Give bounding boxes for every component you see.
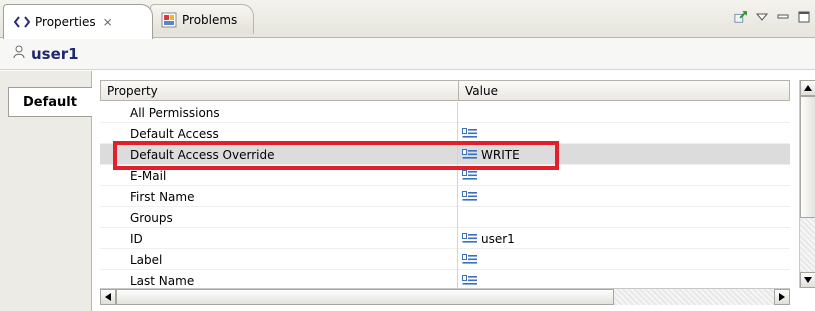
property-name-cell: Default Access	[100, 123, 458, 144]
tab-problems[interactable]: Problems	[150, 4, 254, 34]
property-name-cell: Groups	[100, 207, 458, 228]
property-name-cell: E-Mail	[100, 165, 458, 186]
scroll-up-button[interactable]	[800, 80, 815, 96]
column-header-property[interactable]: Property	[101, 81, 459, 100]
property-value-cell[interactable]: WRITE	[458, 144, 790, 165]
scroll-right-button[interactable]	[774, 289, 790, 305]
scroll-down-button[interactable]	[800, 272, 815, 288]
property-value-cell[interactable]	[458, 249, 790, 270]
text-value-icon	[461, 148, 479, 162]
table-row[interactable]: ID user1	[100, 228, 790, 249]
scroll-left-button[interactable]	[100, 289, 116, 305]
text-value-icon	[461, 190, 479, 204]
section-tabs: Default	[0, 71, 93, 311]
text-value-icon	[461, 127, 479, 141]
minimize-icon[interactable]	[776, 9, 790, 25]
table-row[interactable]: All Permissions	[100, 102, 790, 123]
property-value-cell[interactable]	[458, 123, 790, 144]
page-title: user1	[31, 44, 79, 63]
column-header-value[interactable]: Value	[459, 81, 789, 100]
text-value-icon	[461, 232, 479, 246]
view-toolbar	[734, 6, 811, 28]
property-name-cell: All Permissions	[100, 102, 458, 123]
maximize-icon[interactable]	[797, 9, 811, 25]
text-value-icon	[461, 274, 479, 288]
pin-editor-icon[interactable]	[734, 9, 748, 25]
property-value-cell[interactable]	[458, 207, 790, 228]
table-row[interactable]: Default Access Override WRITE	[100, 144, 790, 165]
tab-properties-label: Properties	[35, 15, 96, 29]
table-row[interactable]: Groups	[100, 207, 790, 228]
tab-default[interactable]: Default	[8, 87, 93, 117]
vertical-scrollbar[interactable]	[799, 80, 815, 288]
problems-icon	[161, 12, 177, 28]
tab-properties[interactable]: Properties ⨯	[3, 4, 153, 39]
table-body: All Permissions Default Access Default Acc…	[100, 102, 790, 291]
property-value-cell[interactable]: user1	[458, 228, 790, 249]
vertical-scroll-thumb[interactable]	[800, 96, 815, 218]
property-name-cell: Label	[100, 249, 458, 270]
horizontal-scroll-thumb[interactable]	[116, 289, 614, 305]
properties-title: user1	[0, 38, 815, 70]
property-name-cell: Default Access Override	[100, 144, 458, 165]
table-row[interactable]: E-Mail	[100, 165, 790, 186]
table-row[interactable]: Label	[100, 249, 790, 270]
property-name-cell: ID	[100, 228, 458, 249]
tab-problems-label: Problems	[182, 12, 238, 27]
horizontal-scrollbar[interactable]	[100, 288, 790, 305]
close-icon[interactable]: ⨯	[103, 15, 113, 29]
table-row[interactable]: First Name	[100, 186, 790, 207]
user-icon	[13, 45, 25, 62]
property-value-text: user1	[481, 231, 515, 246]
view-tab-bar: Problems Properties ⨯	[0, 0, 815, 39]
property-value-cell[interactable]	[458, 102, 790, 123]
property-name-cell: First Name	[100, 186, 458, 207]
table-header: Property Value	[100, 80, 790, 101]
property-value-cell[interactable]	[458, 165, 790, 186]
properties-icon	[14, 16, 30, 28]
property-value-text: WRITE	[481, 147, 520, 162]
table-row[interactable]: Default Access	[100, 123, 790, 144]
text-value-icon	[461, 169, 479, 183]
view-menu-icon[interactable]	[755, 9, 769, 25]
text-value-icon	[461, 253, 479, 267]
property-sheet: Property Value All Permissions Default Ac…	[92, 77, 815, 311]
property-value-cell[interactable]	[458, 186, 790, 207]
